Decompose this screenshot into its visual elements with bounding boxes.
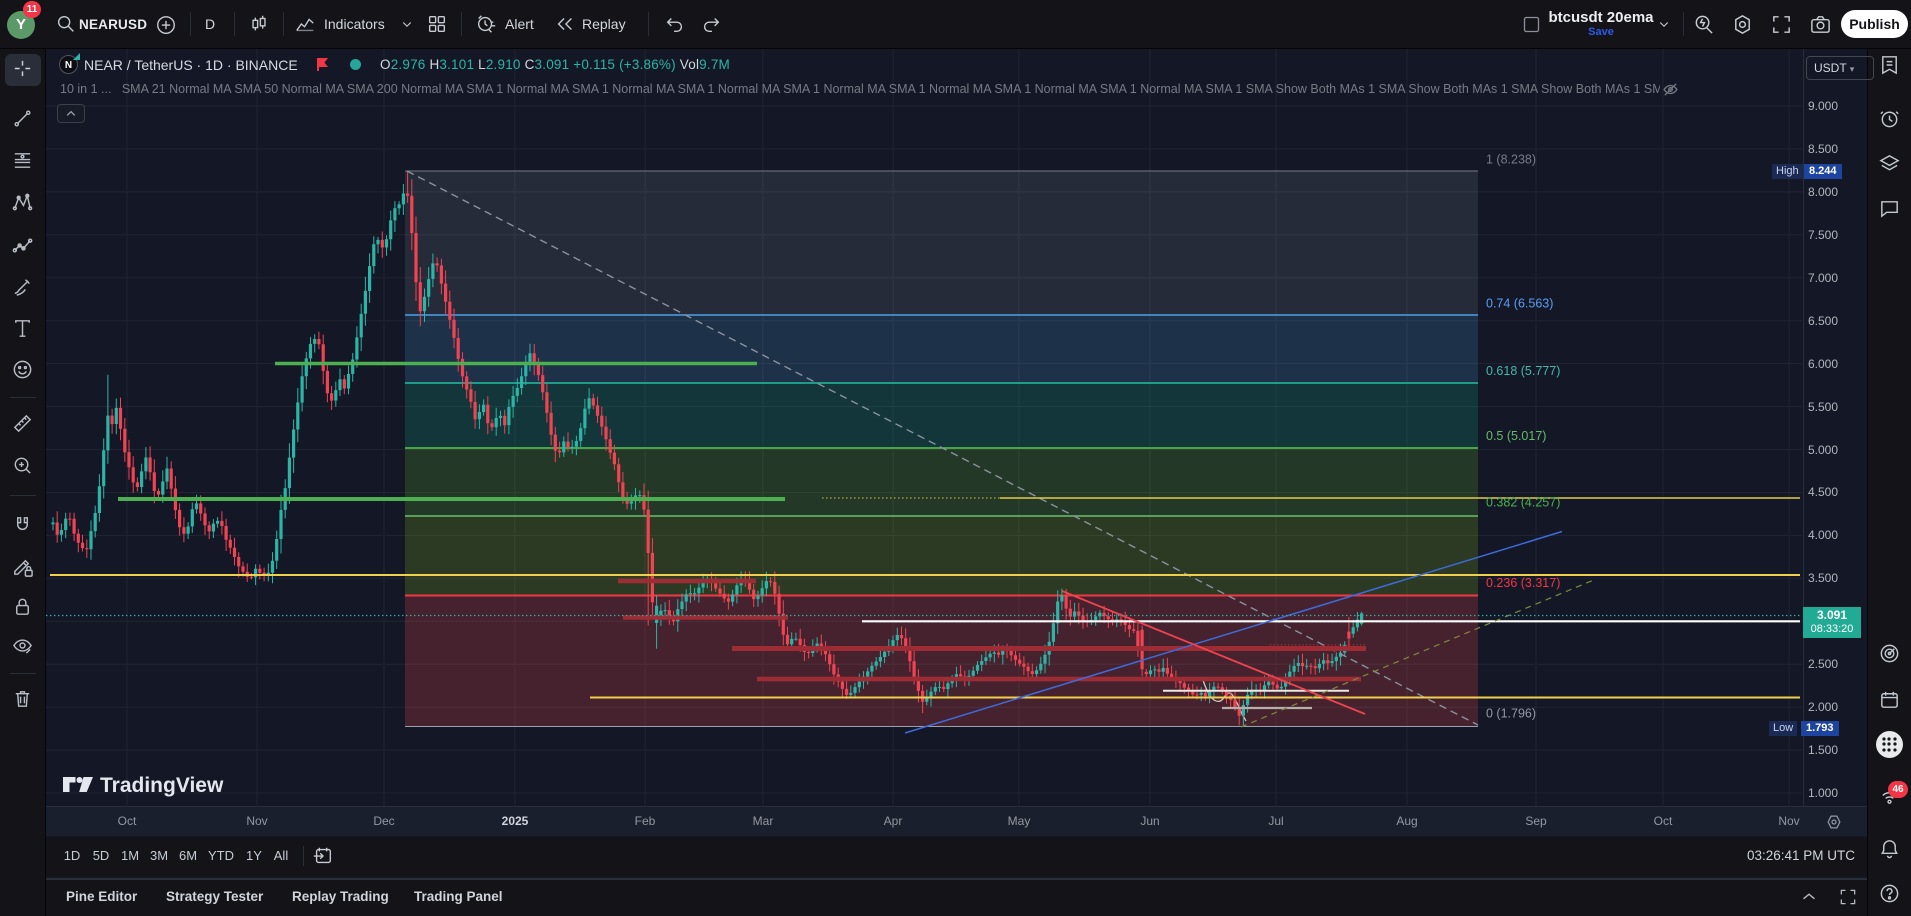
svg-text:1 (8.238): 1 (8.238)	[1486, 153, 1536, 167]
svg-text:0.74 (6.563): 0.74 (6.563)	[1486, 297, 1553, 311]
svg-text:0 (1.796): 0 (1.796)	[1486, 707, 1536, 721]
svg-text:0.382 (4.257): 0.382 (4.257)	[1486, 496, 1560, 510]
svg-text:0.5 (5.017): 0.5 (5.017)	[1486, 429, 1546, 443]
svg-text:0.236 (3.317): 0.236 (3.317)	[1486, 576, 1560, 590]
svg-text:0.618 (5.777): 0.618 (5.777)	[1486, 364, 1560, 378]
